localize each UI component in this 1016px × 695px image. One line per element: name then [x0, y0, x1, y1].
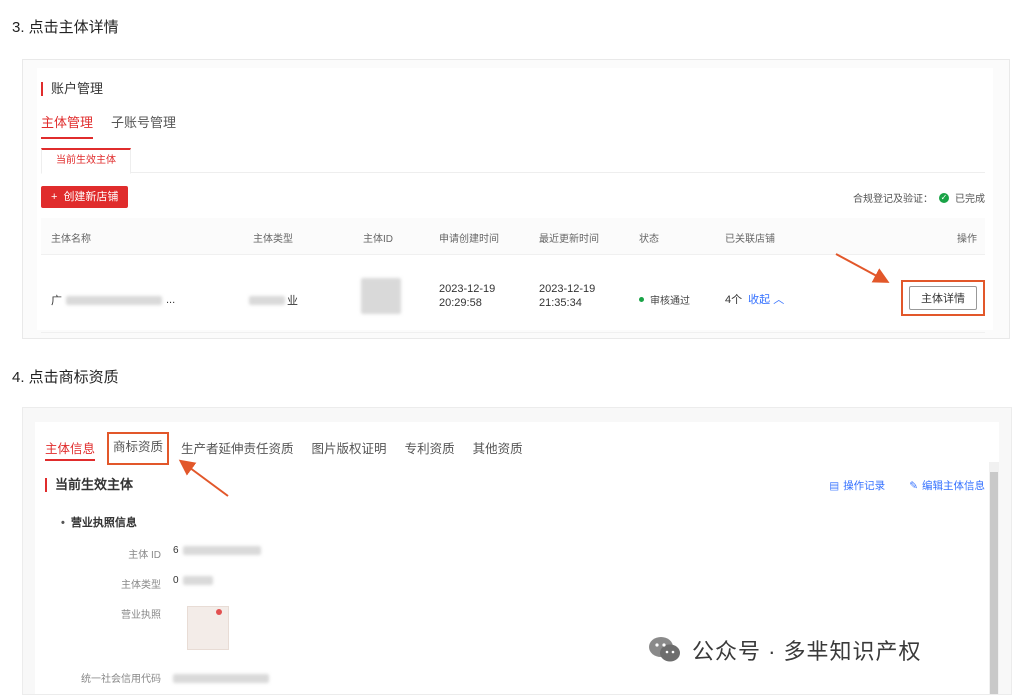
current-entity-title: 当前生效主体: [45, 478, 133, 492]
step4-title: 4. 点击商标资质: [12, 369, 119, 386]
collapse-label: 收起: [748, 294, 771, 306]
account-card: 账户管理 主体管理 子账号管理 当前生效主体 + 创建新店铺 合规登记及验证： …: [37, 68, 993, 333]
sub-tabs: 当前生效主体: [41, 148, 985, 174]
account-tabs: 主体管理 子账号管理: [41, 112, 176, 139]
redacted-value: [173, 674, 269, 683]
field-label: 主体类型: [121, 580, 161, 591]
entity-type-prefix: 0: [173, 575, 179, 586]
business-license-image[interactable]: [187, 606, 229, 650]
redacted-id: [361, 278, 401, 314]
entity-id-cell: [361, 278, 401, 317]
collapse-link[interactable]: 收起 ︿: [748, 291, 784, 307]
tab-producer-responsibility[interactable]: 生产者延伸责任资质: [181, 436, 294, 461]
business-license-subtitle: 营业执照信息: [61, 514, 137, 530]
create-shop-button[interactable]: + 创建新店铺: [41, 186, 129, 208]
tab-entity-management[interactable]: 主体管理: [41, 112, 94, 139]
table-header: 主体名称 主体类型 主体ID 申请创建时间 最近更新时间 状态 已关联店铺 操作: [41, 218, 985, 255]
entity-name-cell: 广 ...: [51, 292, 175, 308]
column-header: 操作: [957, 234, 977, 245]
entity-id-prefix: 6: [173, 545, 179, 556]
redacted-value: [182, 546, 261, 555]
entity-type-value: 0: [173, 575, 213, 586]
highlight-box: 主体详情: [901, 280, 985, 316]
tab-image-copyright[interactable]: 图片版权证明: [312, 436, 387, 461]
column-header: 主体类型: [253, 234, 293, 245]
column-header: 最近更新时间: [539, 234, 599, 245]
column-header: 主体ID: [363, 234, 393, 245]
column-header: 主体名称: [51, 234, 91, 245]
tab-other-qualification[interactable]: 其他资质: [473, 436, 523, 461]
account-management-screenshot: 账户管理 主体管理 子账号管理 当前生效主体 + 创建新店铺 合规登记及验证： …: [22, 59, 1010, 339]
step3-title: 3. 点击主体详情: [12, 19, 119, 36]
entity-detail-button[interactable]: 主体详情: [909, 286, 977, 310]
column-header: 已关联店铺: [725, 234, 775, 245]
tab-entity-info[interactable]: 主体信息: [45, 436, 96, 461]
compliance-value: 已完成: [955, 194, 985, 205]
field-label: 营业执照: [121, 610, 161, 621]
status-dot-icon: [639, 297, 644, 302]
tab-trademark-qualification[interactable]: 商标资质: [107, 432, 170, 465]
entity-name-prefix: 广: [51, 295, 62, 307]
chevron-up-icon: ︿: [773, 294, 785, 306]
wechat-watermark: 公众号 · 多芈知识产权: [648, 634, 922, 666]
updated-time-cell: 2023-12-19 21:35:34: [539, 282, 595, 310]
linked-shops-cell: 4个 收起 ︿: [725, 291, 784, 307]
document-icon: ▤: [829, 479, 840, 492]
credit-code-value: [173, 670, 269, 688]
compliance-label: 合规登记及验证：: [853, 194, 933, 205]
tab-patent-qualification[interactable]: 专利资质: [405, 436, 455, 461]
account-section-title: 账户管理: [41, 82, 103, 96]
entity-tabs: 主体信息 商标资质 生产者延伸责任资质 图片版权证明 专利资质 其他资质: [45, 432, 523, 465]
table-row: 广 ... 业 2023-12-19 20:29:58 2023-12-19 2…: [41, 264, 985, 333]
created-time: 20:29:58: [439, 297, 482, 309]
operation-log-label: 操作记录: [843, 480, 886, 492]
edit-entity-link[interactable]: ✎ 编辑主体信息: [909, 478, 985, 493]
create-shop-label: 创建新店铺: [63, 191, 119, 203]
created-time-cell: 2023-12-19 20:29:58: [439, 282, 495, 310]
field-label: 统一社会信用代码: [81, 674, 161, 685]
column-header: 申请创建时间: [439, 234, 499, 245]
shops-count: 4个: [725, 294, 743, 306]
status-badge: 审核通过: [639, 292, 690, 307]
updated-time: 21:35:34: [539, 297, 582, 309]
status-text: 审核通过: [650, 296, 690, 307]
updated-date: 2023-12-19: [539, 283, 596, 295]
entity-name-suffix: ...: [166, 294, 176, 306]
redacted-type: [249, 295, 285, 305]
tab-sub-account-management[interactable]: 子账号管理: [111, 112, 176, 139]
edit-icon: ✎: [909, 479, 918, 492]
created-date: 2023-12-19: [439, 283, 496, 295]
seal-mark: [216, 609, 222, 615]
scrollbar-thumb[interactable]: [990, 472, 998, 694]
check-circle-icon: ✓: [939, 192, 949, 203]
entity-actions: ▤ 操作记录 ✎ 编辑主体信息: [829, 478, 985, 493]
redacted-name: [66, 295, 162, 305]
compliance-status: 合规登记及验证： ✓ 已完成: [853, 190, 985, 205]
column-header: 状态: [639, 234, 659, 245]
entity-id-value: 6: [173, 545, 261, 556]
plus-icon: +: [51, 191, 58, 203]
tab-current-entity[interactable]: 当前生效主体: [41, 148, 131, 174]
operation-log-link[interactable]: ▤ 操作记录: [829, 478, 885, 493]
entity-type-suffix: 业: [287, 295, 298, 307]
watermark-text: 公众号 · 多芈知识产权: [692, 639, 922, 664]
scrollbar[interactable]: [989, 462, 999, 694]
field-label: 主体 ID: [128, 550, 161, 561]
wechat-icon: [649, 637, 680, 662]
edit-entity-label: 编辑主体信息: [922, 480, 985, 492]
entity-type-cell: 业: [249, 292, 298, 308]
redacted-value: [182, 576, 213, 585]
